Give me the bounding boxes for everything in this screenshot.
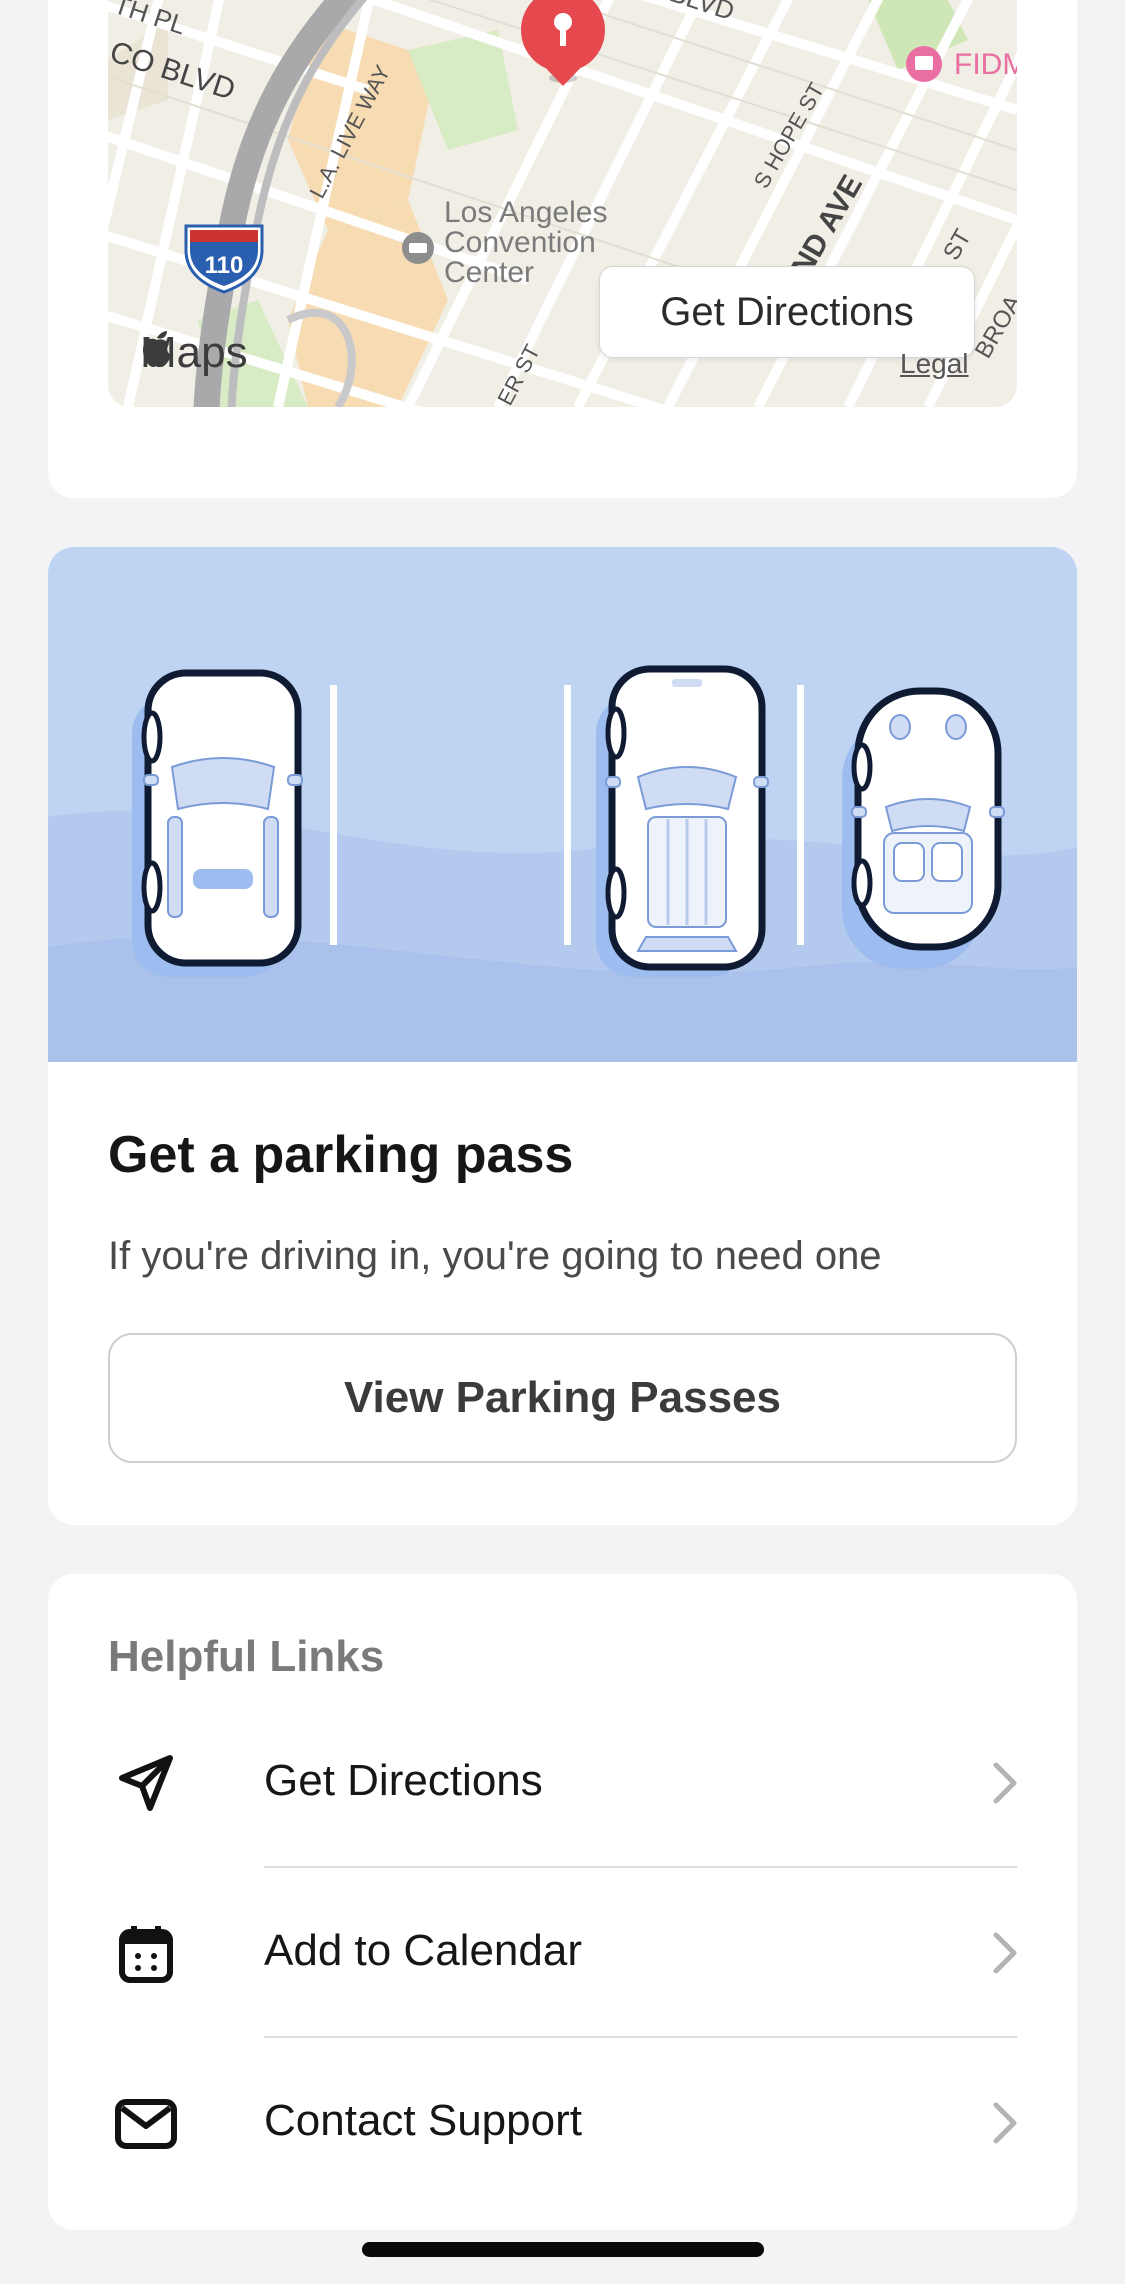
car-icon [132,669,303,977]
link-label: Add to Calendar [264,1926,582,1975]
helpful-links-card: Helpful Links Get Directions Add to Cale… [48,1574,1077,2230]
location-arrow-icon [119,1755,173,1811]
parking-title: Get a parking pass [108,1126,574,1184]
view-parking-passes-button[interactable]: View Parking Passes [108,1333,1017,1463]
link-get-directions[interactable]: Get Directions [48,1698,1077,1868]
apple-icon [143,331,171,367]
svg-text:110: 110 [205,252,244,279]
map-get-directions-button[interactable]: Get Directions [599,266,975,358]
car-icon [842,687,1005,969]
location-map[interactable]: 110 TH PL CO BLVD BLVD L.A. LIVE WAY S H… [108,0,1017,407]
legal-link[interactable]: Legal [900,348,969,380]
car-icon [596,665,769,977]
apple-maps-logo: Maps [140,328,248,378]
chevron-right-icon [993,1932,1017,1974]
link-label: Contact Support [264,2096,582,2145]
svg-text:Los Angeles: Los Angeles [444,196,607,229]
svg-text:FIDM: FIDM [954,48,1017,81]
link-contact-support[interactable]: Contact Support [48,2038,1077,2208]
helpful-links-title: Helpful Links [108,1632,385,1681]
parking-illustration [48,547,1077,1062]
parking-card: Get a parking pass If you're driving in,… [48,547,1077,1525]
map-card: 110 TH PL CO BLVD BLVD L.A. LIVE WAY S H… [48,0,1077,498]
svg-text:BLVD: BLVD [666,0,738,26]
home-indicator[interactable] [362,2242,764,2257]
chevron-right-icon [993,1762,1017,1804]
parking-subtitle: If you're driving in, you're going to ne… [108,1234,882,1278]
link-add-to-calendar[interactable]: Add to Calendar [48,1868,1077,2038]
calendar-icon [119,1926,173,1983]
chevron-right-icon [993,2102,1017,2144]
mail-icon [115,2099,177,2149]
svg-text:Center: Center [444,256,534,289]
svg-text:Convention: Convention [444,226,596,259]
link-label: Get Directions [264,1756,543,1805]
